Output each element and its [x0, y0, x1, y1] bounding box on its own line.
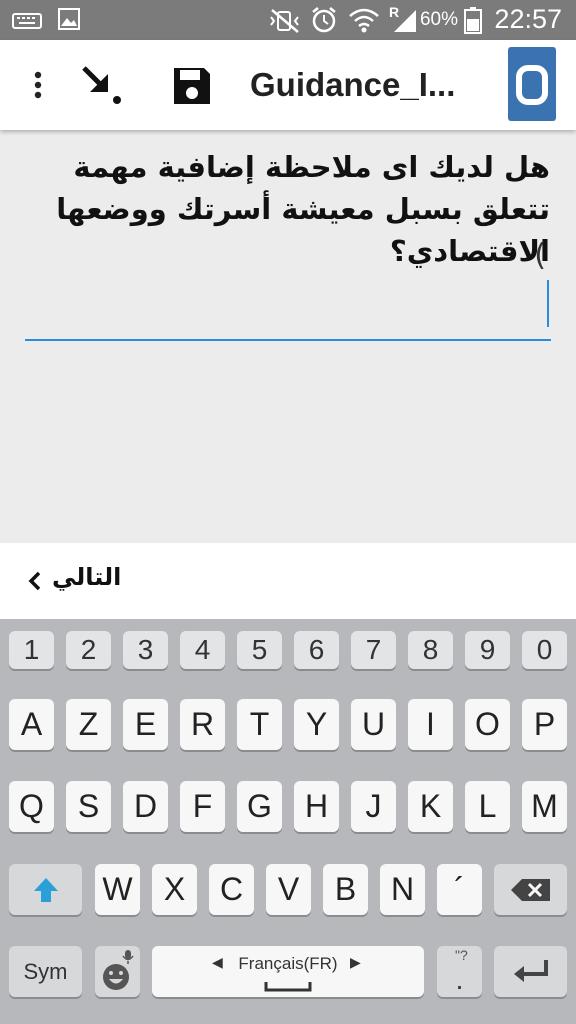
- key-0[interactable]: 0: [522, 631, 567, 669]
- app-icon[interactable]: [507, 46, 557, 122]
- key-q[interactable]: Q: [9, 781, 54, 832]
- key-m[interactable]: M: [522, 781, 567, 832]
- app-toolbar: Guidance_I...: [0, 40, 576, 130]
- key-v[interactable]: V: [266, 864, 311, 915]
- punctuation-alt-label: "?: [455, 947, 468, 963]
- key-h[interactable]: H: [294, 781, 339, 832]
- signal-icon: [394, 10, 416, 32]
- battery-icon: [464, 7, 482, 34]
- form-title: Guidance_I...: [250, 66, 456, 103]
- key-o[interactable]: O: [465, 699, 510, 750]
- key-k[interactable]: K: [408, 781, 453, 832]
- key-e[interactable]: E: [123, 699, 168, 750]
- key-y[interactable]: Y: [294, 699, 339, 750]
- backspace-key[interactable]: [494, 864, 567, 915]
- shift-key[interactable]: [9, 864, 82, 915]
- key-z[interactable]: Z: [66, 699, 111, 750]
- answer-prefix: (: [534, 238, 546, 273]
- key-7[interactable]: 7: [351, 631, 396, 669]
- key-c[interactable]: C: [209, 864, 254, 915]
- microphone-icon: [122, 950, 134, 964]
- language-label: Français(FR): [238, 954, 338, 973]
- key-g[interactable]: G: [237, 781, 282, 832]
- key-t[interactable]: T: [237, 699, 282, 750]
- chevron-left-icon[interactable]: [28, 571, 42, 591]
- key-9[interactable]: 9: [465, 631, 510, 669]
- key-s[interactable]: S: [66, 781, 111, 832]
- wifi-icon: [349, 8, 379, 33]
- key-5[interactable]: 5: [237, 631, 282, 669]
- key-w[interactable]: W: [95, 864, 140, 915]
- mute-icon: [270, 9, 299, 33]
- key-p[interactable]: P: [522, 699, 567, 750]
- key-x[interactable]: X: [152, 864, 197, 915]
- soft-keyboard: 1 2 3 4 5 6 7 8 9 0 A Z E R T Y U I O P …: [0, 619, 576, 1024]
- key-b[interactable]: B: [323, 864, 368, 915]
- punctuation-key[interactable]: "? .: [437, 946, 482, 997]
- key-6[interactable]: 6: [294, 631, 339, 669]
- language-right-arrow: ▶: [350, 954, 361, 970]
- space-key[interactable]: ◀ Français(FR) ▶: [152, 946, 424, 997]
- key-8[interactable]: 8: [408, 631, 453, 669]
- backspace-icon: [511, 879, 550, 901]
- clock: 22:57: [494, 4, 562, 34]
- space-icon: [264, 982, 312, 992]
- key-a[interactable]: A: [9, 699, 54, 750]
- key-f[interactable]: F: [180, 781, 225, 832]
- key-r[interactable]: R: [180, 699, 225, 750]
- emoji-mic-key[interactable]: [95, 946, 140, 997]
- sym-key[interactable]: Sym: [9, 946, 82, 997]
- arrow-down-right-icon[interactable]: [80, 64, 124, 108]
- status-bar: R 60% 22:57: [0, 0, 576, 40]
- battery-percent: 60%: [419, 9, 458, 30]
- punctuation-label: .: [455, 964, 464, 995]
- shift-icon: [34, 878, 58, 902]
- key-d[interactable]: D: [123, 781, 168, 832]
- answer-input[interactable]: [25, 339, 551, 341]
- key-u[interactable]: U: [351, 699, 396, 750]
- key-3[interactable]: 3: [123, 631, 168, 669]
- key-i[interactable]: I: [408, 699, 453, 750]
- key-l[interactable]: L: [465, 781, 510, 832]
- image-icon: [58, 8, 80, 30]
- key-n[interactable]: N: [380, 864, 425, 915]
- alarm-icon: [312, 7, 336, 33]
- navigation-bar: التالي: [0, 543, 576, 619]
- key-2[interactable]: 2: [66, 631, 111, 669]
- question-text: هل لديك اى ملاحظة إضافية مهمة تتعلق بسبل…: [56, 150, 550, 268]
- keyboard-icon: [12, 13, 42, 29]
- enter-icon: [514, 960, 548, 982]
- key-acute[interactable]: ´: [437, 864, 482, 915]
- text-cursor: [547, 280, 549, 327]
- next-button[interactable]: التالي: [52, 563, 121, 591]
- emoji-icon: [103, 964, 129, 990]
- key-1[interactable]: 1: [9, 631, 54, 669]
- save-icon[interactable]: [172, 66, 212, 106]
- key-j[interactable]: J: [351, 781, 396, 832]
- more-vert-icon[interactable]: [30, 70, 46, 100]
- key-4[interactable]: 4: [180, 631, 225, 669]
- enter-key[interactable]: [494, 946, 567, 997]
